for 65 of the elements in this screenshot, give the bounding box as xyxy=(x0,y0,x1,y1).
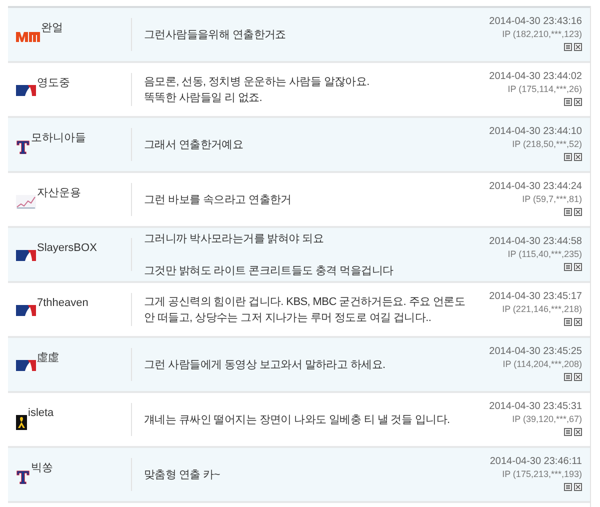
edit-icon[interactable] xyxy=(564,373,572,381)
ip-address: IP (115,40,***,235) xyxy=(508,248,582,260)
comment-date: 2014-04-30 23:44:24 xyxy=(489,180,582,193)
close-icon[interactable] xyxy=(574,428,582,436)
close-icon[interactable] xyxy=(574,43,582,51)
ip-address: IP (175,213,***,193) xyxy=(502,468,582,480)
comment-date: 2014-04-30 23:43:16 xyxy=(489,15,582,28)
ip-address: IP (182,210,***,123) xyxy=(502,28,582,40)
comment-date: 2014-04-30 23:45:25 xyxy=(489,345,582,358)
comment-date: 2014-04-30 23:44:02 xyxy=(489,70,582,83)
author-name[interactable]: 虛虛 xyxy=(37,352,59,365)
close-icon[interactable] xyxy=(574,98,582,106)
emblem-icon xyxy=(16,195,36,209)
author-name[interactable]: 자산운용 xyxy=(37,187,81,200)
close-icon[interactable] xyxy=(574,318,582,326)
close-icon[interactable] xyxy=(574,208,582,216)
author-name[interactable]: isleta xyxy=(28,407,54,420)
emblem-icon xyxy=(16,250,36,261)
edit-icon[interactable] xyxy=(564,483,572,491)
emblem-icon xyxy=(16,305,36,316)
emblem-icon xyxy=(16,360,36,371)
ip-address: IP (59,7,***,81) xyxy=(522,193,582,205)
emblem-icon xyxy=(16,85,36,96)
emblem-icon xyxy=(16,470,30,484)
ip-address: IP (114,204,***,208) xyxy=(502,358,582,370)
ip-address: IP (218,50,***,52) xyxy=(512,138,582,150)
comment-date: 2014-04-30 23:45:17 xyxy=(489,290,582,303)
author-name[interactable]: 빅쏭 xyxy=(31,462,53,475)
comment-text: 그러니까 박사모라는거를 밝혀야 되요 xyxy=(144,232,324,246)
comment-text: 그런 사람들에게 동영상 보고와서 말하라고 하세요. xyxy=(144,358,386,372)
ip-address: IP (221,146,***,218) xyxy=(502,303,582,315)
comment-date: 2014-04-30 23:45:31 xyxy=(489,400,582,413)
author-name[interactable]: 영도중 xyxy=(37,77,70,90)
comment-text: 음모론, 선동, 정치병 운운하는 사람들 알잖아요. xyxy=(144,74,370,90)
edit-icon[interactable] xyxy=(564,43,572,51)
comment-text: 맞춤형 연출 카~ xyxy=(144,468,221,482)
comment-text: 그런사람들을위해 연출한거죠 xyxy=(144,28,287,42)
ip-address: IP (175,114,***,26) xyxy=(508,83,582,95)
author-name[interactable]: 완얼 xyxy=(41,22,63,35)
edit-icon[interactable] xyxy=(564,208,572,216)
close-icon[interactable] xyxy=(574,153,582,161)
author-name[interactable]: SlayersBOX xyxy=(37,242,97,255)
close-icon[interactable] xyxy=(574,263,582,271)
comment-date: 2014-04-30 23:46:11 xyxy=(490,455,582,468)
edit-icon[interactable] xyxy=(564,153,572,161)
comment-date: 2014-04-30 23:44:58 xyxy=(489,235,582,248)
comment-text: 똑똑한 사람들일 리 없죠. xyxy=(144,90,264,106)
comment-date: 2014-04-30 23:44:10 xyxy=(489,125,582,138)
author-name[interactable]: 7thheaven xyxy=(37,297,88,310)
emblem-icon xyxy=(16,30,40,42)
comment-text: 그래서 연출한거예요 xyxy=(144,138,244,152)
edit-icon[interactable] xyxy=(564,98,572,106)
edit-icon[interactable] xyxy=(564,263,572,271)
comment-text: 그게 공신력의 힘이란 겁니다. KBS, MBC 굳건하거든요. 주요 언론도 안 떠들고, 상당수는 그저 지나가는 루머 정도로 여길 겁니다.. xyxy=(144,294,466,326)
emblem-icon xyxy=(16,140,30,154)
author-name[interactable]: 모하니아들 xyxy=(31,132,86,145)
close-icon[interactable] xyxy=(574,373,582,381)
ip-address: IP (39,120,***,67) xyxy=(512,413,582,425)
edit-icon[interactable] xyxy=(564,428,572,436)
comment-text: 그런 바보를 속으라고 연출한거 xyxy=(144,192,292,208)
comment-text: 걔네는 큐싸인 떨어지는 장면이 나와도 일베충 티 낼 것들 입니다. xyxy=(144,412,451,428)
close-icon[interactable] xyxy=(574,483,582,491)
edit-icon[interactable] xyxy=(564,318,572,326)
emblem-icon xyxy=(16,415,27,430)
comment-text: 그것만 밝혀도 라이트 콘크리트들도 충격 먹을겁니다 xyxy=(144,264,394,278)
